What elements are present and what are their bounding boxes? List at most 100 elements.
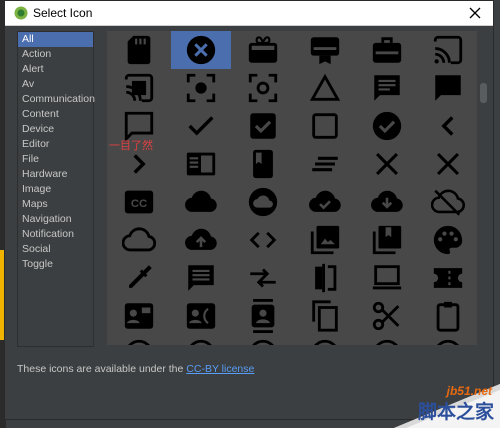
close-icon <box>436 152 460 176</box>
watermark-site: jb51.net <box>446 384 492 398</box>
icon-cell-partial[interactable] <box>418 335 477 345</box>
cloud-queue-icon <box>122 227 156 252</box>
icon-cell-chevron-left[interactable] <box>418 107 477 145</box>
category-item-image[interactable]: Image <box>18 182 93 197</box>
category-item-action[interactable]: Action <box>18 47 93 62</box>
scroll-thumb[interactable] <box>480 83 487 103</box>
icon-cell-cloud-upload[interactable] <box>171 221 231 259</box>
scrollbar[interactable] <box>477 31 491 345</box>
sd-card-icon <box>127 35 151 65</box>
category-item-device[interactable]: Device <box>18 122 93 137</box>
icon-cell-cloud-off[interactable] <box>418 183 477 221</box>
icon-cell-content-paste[interactable] <box>418 297 477 335</box>
icon-cell-card-membership[interactable] <box>295 31 355 69</box>
icon-cell-clear[interactable] <box>357 145 417 183</box>
icon-cell-cloud-download[interactable] <box>357 183 417 221</box>
icon-cell-content-copy[interactable] <box>295 297 355 335</box>
icon-cell-center-focus-weak[interactable] <box>233 69 293 107</box>
cast-connected-icon <box>124 73 154 103</box>
icon-cell-partial[interactable] <box>171 335 231 345</box>
icon-cell-close[interactable] <box>418 145 477 183</box>
partial-icon <box>314 339 336 345</box>
icon-cell-change-history[interactable] <box>295 69 355 107</box>
partial-icon <box>128 339 150 345</box>
category-item-toggle[interactable]: Toggle <box>18 257 93 272</box>
contacts-icon <box>251 299 275 333</box>
comment-icon <box>188 265 214 291</box>
icon-cell-check[interactable] <box>171 107 231 145</box>
icon-cell-chrome-reader-mode[interactable] <box>171 145 231 183</box>
android-studio-icon <box>14 6 28 20</box>
icon-cell-clear-all[interactable] <box>295 145 355 183</box>
icon-cell-computer[interactable] <box>357 259 417 297</box>
icon-cell-closed-caption[interactable]: CC <box>109 183 169 221</box>
window-title: Select Icon <box>33 6 93 20</box>
icon-cell-contacts[interactable] <box>233 297 293 335</box>
collections-icon <box>310 225 340 255</box>
chevron-left-icon <box>441 116 454 136</box>
icon-cell-partial[interactable] <box>233 335 293 345</box>
icon-cell-center-focus-strong[interactable] <box>171 69 231 107</box>
icon-cell-cancel[interactable] <box>171 31 231 69</box>
icon-cell-colorize[interactable] <box>109 259 169 297</box>
icon-cell-chat[interactable] <box>357 69 417 107</box>
icon-cell-compare[interactable] <box>295 259 355 297</box>
license-link[interactable]: CC-BY license <box>186 363 254 375</box>
icon-cell-confirmation-number[interactable] <box>418 259 477 297</box>
category-item-alert[interactable]: Alert <box>18 62 93 77</box>
category-item-content[interactable]: Content <box>18 107 93 122</box>
icon-cell-card-giftcard[interactable] <box>233 31 293 69</box>
icon-cell-comment[interactable] <box>171 259 231 297</box>
category-item-all[interactable]: All <box>18 32 93 47</box>
icon-cell-chat-bubble[interactable] <box>418 69 477 107</box>
category-item-av[interactable]: Av <box>18 77 93 92</box>
icon-cell-color-lens[interactable] <box>418 221 477 259</box>
icon-cell-cast-connected[interactable] <box>109 69 169 107</box>
content-paste-icon <box>436 301 460 332</box>
icon-cell-contact-mail[interactable] <box>109 297 169 335</box>
icon-cell-compare-arrows[interactable] <box>233 259 293 297</box>
card-travel-icon <box>372 37 402 63</box>
close-button[interactable] <box>457 1 493 25</box>
category-item-file[interactable]: File <box>18 152 93 167</box>
icon-cell-cloud-circle[interactable] <box>233 183 293 221</box>
check-box-icon <box>250 113 276 139</box>
icon-cell-cloud[interactable] <box>171 183 231 221</box>
contact-mail-icon <box>124 303 154 329</box>
icon-cell-cast[interactable] <box>418 31 477 69</box>
icon-cell-partial[interactable] <box>109 335 169 345</box>
icon-cell-sd-card[interactable] <box>109 31 169 69</box>
icon-cell-class[interactable] <box>233 145 293 183</box>
check-circle-icon <box>372 111 402 141</box>
category-item-navigation[interactable]: Navigation <box>18 212 93 227</box>
category-item-editor[interactable]: Editor <box>18 137 93 152</box>
icon-cell-collections[interactable] <box>295 221 355 259</box>
icon-cell-cloud-done[interactable] <box>295 183 355 221</box>
icon-cell-code[interactable] <box>233 221 293 259</box>
icon-cell-contact-phone[interactable] <box>171 297 231 335</box>
icon-cell-check-box[interactable] <box>233 107 293 145</box>
icon-cell-collections-bookmark[interactable] <box>357 221 417 259</box>
cancel-icon <box>186 35 216 65</box>
title-bar[interactable]: Select Icon <box>5 1 493 26</box>
cloud-upload-icon <box>185 228 217 250</box>
center-focus-weak-icon <box>248 73 278 103</box>
icon-cell-check-box-outline-blank[interactable] <box>295 107 355 145</box>
icon-cell-cloud-queue[interactable] <box>109 221 169 259</box>
center-focus-strong-icon <box>186 73 216 103</box>
chrome-reader-mode-icon <box>186 152 216 176</box>
icon-cell-check-circle[interactable] <box>357 107 417 145</box>
icon-cell-content-cut[interactable] <box>357 297 417 335</box>
computer-icon <box>372 265 402 290</box>
card-membership-icon <box>310 37 340 65</box>
card-giftcard-icon <box>248 36 278 63</box>
icon-cell-partial[interactable] <box>295 335 355 345</box>
category-item-notification[interactable]: Notification <box>18 227 93 242</box>
icon-cell-partial[interactable] <box>357 335 417 345</box>
category-item-social[interactable]: Social <box>18 242 93 257</box>
category-item-hardware[interactable]: Hardware <box>18 167 93 182</box>
check-icon <box>188 116 214 136</box>
category-item-communication[interactable]: Communication <box>18 92 95 107</box>
category-item-maps[interactable]: Maps <box>18 197 93 212</box>
icon-cell-card-travel[interactable] <box>357 31 417 69</box>
